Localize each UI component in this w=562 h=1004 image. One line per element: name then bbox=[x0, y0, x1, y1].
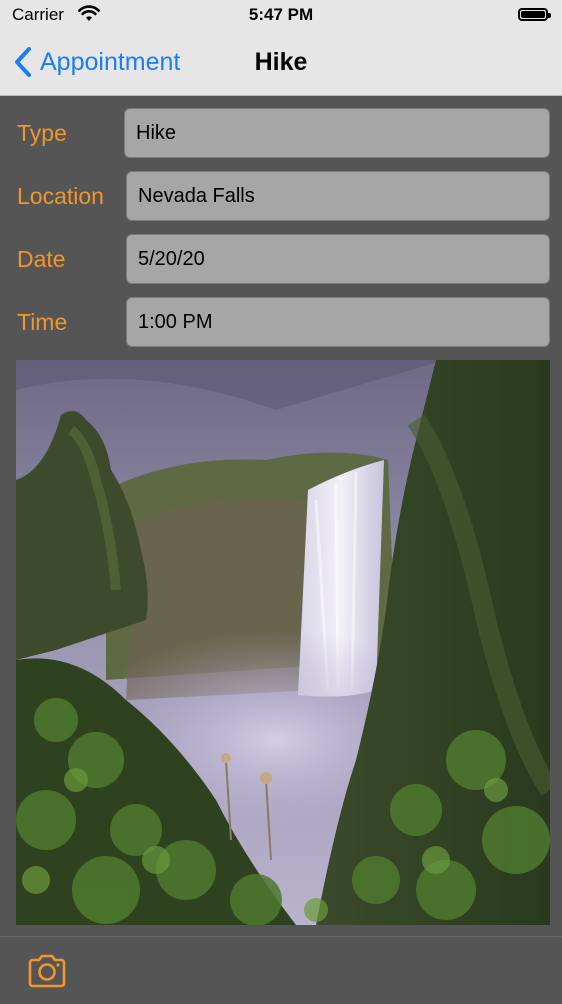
status-bar: Carrier 5:47 PM bbox=[0, 0, 562, 30]
status-time: 5:47 PM bbox=[248, 5, 314, 24]
time-label: Time bbox=[17, 309, 68, 335]
time-field[interactable]: 1:00 PM bbox=[126, 297, 550, 347]
navigation-bar: Appointment Hike bbox=[0, 30, 562, 96]
location-field[interactable]: Nevada Falls bbox=[126, 171, 550, 221]
battery-icon bbox=[518, 8, 551, 21]
type-row: Type Hike bbox=[0, 108, 562, 160]
type-field[interactable]: Hike bbox=[124, 108, 550, 158]
page-title: Hike bbox=[254, 48, 308, 76]
type-label: Type bbox=[17, 120, 67, 146]
date-row: Date 5/20/20 bbox=[0, 234, 562, 286]
appointment-detail: Type Hike Location Nevada Falls Date 5/2… bbox=[0, 96, 562, 936]
location-label: Location bbox=[17, 183, 104, 209]
time-row: Time 1:00 PM bbox=[0, 297, 562, 349]
date-label: Date bbox=[17, 246, 66, 272]
bottom-toolbar bbox=[0, 936, 562, 1004]
waterfall-photo bbox=[16, 360, 550, 925]
date-field[interactable]: 5/20/20 bbox=[126, 234, 550, 284]
location-row: Location Nevada Falls bbox=[0, 171, 562, 223]
camera-icon[interactable] bbox=[26, 953, 68, 989]
